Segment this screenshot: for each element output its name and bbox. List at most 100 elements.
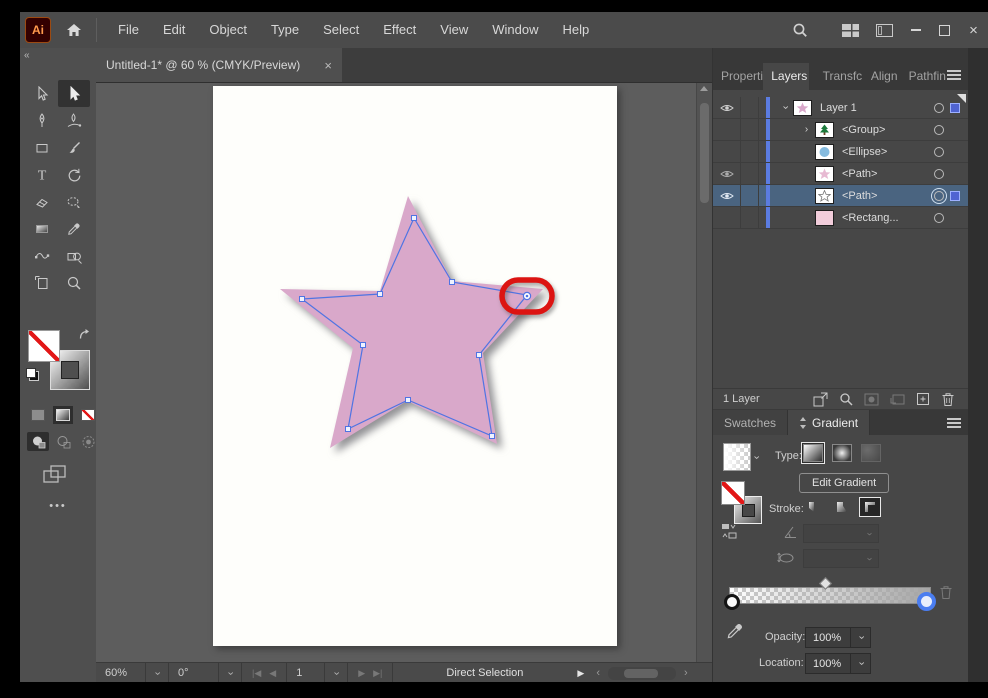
visibility-toggle[interactable] <box>713 141 741 162</box>
menu-view[interactable]: View <box>428 12 480 48</box>
menu-object[interactable]: Object <box>197 12 259 48</box>
lock-toggle[interactable] <box>741 141 759 162</box>
target-circle[interactable] <box>934 124 944 135</box>
first-artboard-icon[interactable]: |◀ <box>252 668 261 679</box>
stroke-across-button[interactable] <box>859 497 881 517</box>
menu-file[interactable]: File <box>106 12 151 48</box>
tab-pathfinder[interactable]: Pathfin <box>901 63 947 90</box>
document-close-icon[interactable]: × <box>324 58 332 73</box>
lock-toggle[interactable] <box>741 163 759 184</box>
layer-row-ellipse[interactable]: <Ellipse> <box>713 141 969 163</box>
eyedropper-tool[interactable] <box>58 215 90 242</box>
target-circle[interactable] <box>934 168 944 179</box>
artboard-navigation-select[interactable]: 1 › <box>287 663 349 683</box>
layer-thumbnail[interactable] <box>815 187 834 204</box>
menu-select[interactable]: Select <box>311 12 371 48</box>
layer-thumbnail[interactable] <box>815 209 834 226</box>
width-tool[interactable] <box>26 242 58 269</box>
layer-name[interactable]: Layer 1 <box>820 102 857 114</box>
menu-window[interactable]: Window <box>480 12 550 48</box>
none-button[interactable] <box>78 406 98 424</box>
stroke-within-button[interactable] <box>803 497 825 517</box>
lock-toggle[interactable] <box>741 185 759 206</box>
layer-row-rectangle[interactable]: <Rectang... <box>713 207 969 229</box>
shape-builder-tool[interactable] <box>58 242 90 269</box>
panel-menu-icon[interactable] <box>947 68 961 82</box>
workspace-switcher-icon[interactable] <box>833 12 867 48</box>
lock-toggle[interactable] <box>741 97 759 118</box>
gradient-tool[interactable] <box>26 215 58 242</box>
close-button[interactable]: × <box>959 12 988 48</box>
tab-layers[interactable]: Layers <box>763 63 809 90</box>
layer-row-layer1[interactable]: › Layer 1 <box>713 97 969 119</box>
lock-toggle[interactable] <box>741 207 759 228</box>
selection-tool[interactable] <box>26 80 58 107</box>
maximize-button[interactable] <box>930 12 959 48</box>
locate-object-icon[interactable] <box>839 392 853 406</box>
draw-normal-button[interactable] <box>27 432 49 451</box>
gradient-slider[interactable] <box>724 577 936 611</box>
gradient-slider-track[interactable] <box>729 587 931 604</box>
layer-thumbnail[interactable] <box>815 165 834 182</box>
tab-transform[interactable]: Transfc <box>815 63 863 90</box>
visibility-toggle[interactable] <box>713 163 741 184</box>
collect-for-export-icon[interactable] <box>813 392 828 407</box>
home-icon[interactable] <box>66 23 82 37</box>
viewport[interactable] <box>96 83 712 662</box>
menu-help[interactable]: Help <box>550 12 601 48</box>
linear-gradient-button[interactable] <box>801 442 825 464</box>
delete-layer-icon[interactable] <box>941 392 955 407</box>
layer-thumbnail[interactable] <box>815 143 834 160</box>
scroll-left-arrow[interactable]: ‹ <box>596 667 600 679</box>
location-select[interactable]: 100% › <box>805 653 871 674</box>
search-icon[interactable] <box>783 12 817 48</box>
star-artwork[interactable] <box>96 83 697 662</box>
gradient-stop-right-selected[interactable] <box>917 592 936 611</box>
layer-thumbnail[interactable] <box>793 99 812 116</box>
gradient-eyedropper-icon[interactable] <box>725 621 745 641</box>
more-tools-icon[interactable]: ••• <box>20 500 96 512</box>
layer-row-path-selected[interactable]: <Path> <box>713 185 969 207</box>
draw-behind-button[interactable] <box>52 432 74 451</box>
previous-artboard-icon[interactable]: ◀ <box>269 668 276 679</box>
layer-name[interactable]: <Rectang... <box>842 212 899 224</box>
document-tab[interactable]: Untitled-1* @ 60 % (CMYK/Preview) × <box>96 48 342 82</box>
target-circle[interactable] <box>934 212 944 223</box>
reverse-gradient-icon[interactable] <box>721 523 737 539</box>
layer-name[interactable]: <Path> <box>842 168 877 180</box>
fill-swatch-none[interactable] <box>721 481 745 505</box>
gradient-preset-chevron-icon[interactable]: › <box>750 456 762 460</box>
app-logo-icon[interactable]: Ai <box>25 17 51 43</box>
freeform-gradient-button[interactable] <box>859 442 883 464</box>
visibility-toggle[interactable] <box>713 97 741 118</box>
layer-name[interactable]: <Group> <box>842 124 885 136</box>
menu-edit[interactable]: Edit <box>151 12 197 48</box>
pen-tool[interactable] <box>26 107 58 134</box>
scroll-right-arrow[interactable]: › <box>684 667 688 679</box>
tab-swatches[interactable]: Swatches <box>713 410 789 435</box>
direct-selection-tool[interactable] <box>58 80 90 107</box>
tab-align[interactable]: Align <box>863 63 901 90</box>
gradient-panel-menu-icon[interactable] <box>947 416 961 430</box>
layer-name[interactable]: <Ellipse> <box>842 146 887 158</box>
artboard-tool[interactable] <box>26 269 58 296</box>
status-expand-icon[interactable]: ▶ <box>577 668 584 679</box>
menu-effect[interactable]: Effect <box>371 12 428 48</box>
curvature-tool[interactable] <box>58 107 90 134</box>
horizontal-scroll-thumb[interactable] <box>624 668 659 678</box>
rotate-tool[interactable] <box>58 161 90 188</box>
new-layer-icon[interactable] <box>916 392 930 406</box>
expand-chevron-icon[interactable]: › <box>798 124 815 135</box>
layer-name[interactable]: <Path> <box>842 190 877 202</box>
layer-row-path[interactable]: <Path> <box>713 163 969 185</box>
layer-thumbnail[interactable] <box>815 121 834 138</box>
vertical-scroll-thumb[interactable] <box>700 103 709 203</box>
minimize-button[interactable] <box>901 12 930 48</box>
horizontal-scrollbar[interactable] <box>608 666 677 680</box>
color-button[interactable] <box>28 406 48 424</box>
rectangle-tool[interactable] <box>26 134 58 161</box>
next-artboard-icon[interactable]: ▶ <box>358 668 365 679</box>
stroke-along-button[interactable] <box>831 497 853 517</box>
visibility-toggle[interactable] <box>713 119 741 140</box>
tab-gradient[interactable]: Gradient <box>788 410 871 435</box>
